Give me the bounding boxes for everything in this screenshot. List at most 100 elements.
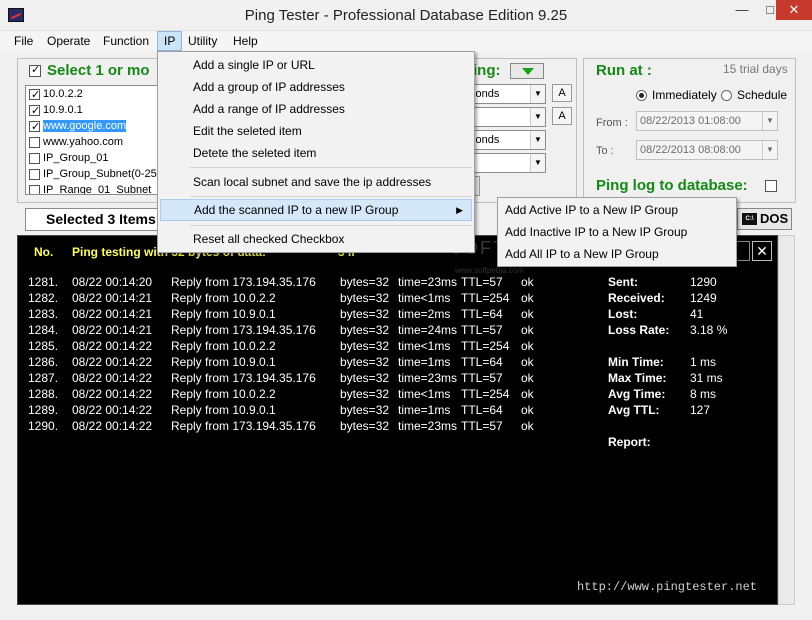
list-item[interactable]: 10.0.2.2 xyxy=(26,86,159,103)
menu-separator xyxy=(190,225,472,226)
console-icon: C:\ xyxy=(742,213,757,225)
close-button[interactable]: ✕ xyxy=(776,0,812,20)
menu-help[interactable]: Help xyxy=(227,31,264,51)
console-cell-bytes: bytes=32 xyxy=(340,355,390,369)
list-item[interactable]: 10.9.0.1 xyxy=(26,102,159,119)
list-item-label: IP_Group_Subnet(0-255 xyxy=(43,168,160,180)
list-item[interactable]: www.google.com xyxy=(26,118,159,135)
item-checkbox[interactable] xyxy=(29,184,40,194)
console-scrollbar[interactable] xyxy=(778,235,795,605)
console-cell-no: 1284. xyxy=(28,323,59,337)
console-cell-no: 1290. xyxy=(28,419,59,433)
from-value: 08/22/2013 01:08:00 xyxy=(640,115,741,127)
selected-items-count: Selected 3 Items xyxy=(25,208,165,231)
run-at-title: Run at : xyxy=(596,62,652,79)
select-all-checkbox[interactable] xyxy=(29,63,41,77)
to-datetime[interactable]: 08/22/2013 08:08:00 ▼ xyxy=(636,140,778,160)
console-cell-t: time<1ms xyxy=(398,339,451,353)
menu-delete-item[interactable]: Detete the seleted item xyxy=(160,142,472,164)
console-cell-ttl: TTL=57 xyxy=(461,275,503,289)
menu-separator xyxy=(190,167,472,168)
list-item[interactable]: IP_Group_Subnet(0-255 xyxy=(26,166,159,182)
console-cell-time: 08/22 00:14:22 xyxy=(72,339,153,353)
ip-list[interactable]: 10.0.2.2 10.9.0.1 www.google.com www.yah… xyxy=(25,85,160,195)
chevron-down-icon: ▼ xyxy=(762,112,777,130)
list-item-label: IP_Range_01_Subnet_ xyxy=(43,184,158,195)
console-cell-reply: Reply from 173.194.35.176 xyxy=(171,323,316,337)
console-close-icon[interactable]: ✕ xyxy=(752,241,772,261)
console-cell-no: 1288. xyxy=(28,387,59,401)
dos-button[interactable]: C:\ DOS xyxy=(737,208,792,230)
console-cell-no: 1281. xyxy=(28,275,59,289)
list-item-label: 10.9.0.1 xyxy=(43,104,83,116)
list-item[interactable]: IP_Range_01_Subnet_ xyxy=(26,182,159,195)
item-checkbox[interactable] xyxy=(29,168,40,180)
console-cell-ttl: TTL=57 xyxy=(461,323,503,337)
submenu-add-active-ip[interactable]: Add Active IP to a New IP Group xyxy=(500,199,734,221)
console-cell-reply: Reply from 173.194.35.176 xyxy=(171,275,316,289)
console-restore-button[interactable] xyxy=(736,241,750,261)
stat-label: Lost: xyxy=(608,307,638,321)
menu-add-single-ip[interactable]: Add a single IP or URL xyxy=(160,54,472,76)
item-checkbox[interactable] xyxy=(29,152,40,164)
duration-combo[interactable]: conds ▼ xyxy=(466,130,546,150)
console-cell-bytes: bytes=32 xyxy=(340,387,390,401)
console-cell-t: time=23ms xyxy=(398,371,458,385)
console-cell-t: time=2ms xyxy=(398,307,451,321)
item-checkbox[interactable] xyxy=(29,87,40,103)
schedule-radio[interactable]: Schedule xyxy=(721,88,787,102)
from-datetime[interactable]: 08/22/2013 01:08:00 ▼ xyxy=(636,111,778,131)
console-cell-bytes: bytes=32 xyxy=(340,291,390,305)
dos-label: DOS xyxy=(760,211,789,226)
timeout-combo[interactable]: ▼ xyxy=(466,107,546,127)
console-cell-ttl: TTL=254 xyxy=(461,387,510,401)
console-cell-reply: Reply from 10.9.0.1 xyxy=(171,403,276,417)
console-cell-t: time<1ms xyxy=(398,387,451,401)
menu-add-group-ip[interactable]: Add a group of IP addresses xyxy=(160,76,472,98)
menu-file[interactable]: File xyxy=(8,31,39,51)
console-cell-time: 08/22 00:14:21 xyxy=(72,307,153,321)
console-cell-t: time=24ms xyxy=(398,323,458,337)
font-a-button[interactable]: A xyxy=(552,84,572,102)
ping-options-button[interactable] xyxy=(510,63,544,79)
item-checkbox[interactable] xyxy=(29,136,40,148)
menu-operate[interactable]: Operate xyxy=(41,31,96,51)
interval-combo[interactable]: conds ▼ xyxy=(466,84,546,104)
console-cell-bytes: bytes=32 xyxy=(340,403,390,417)
list-item[interactable]: IP_Group_01 xyxy=(26,150,159,166)
chevron-down-icon: ▼ xyxy=(762,141,777,159)
menu-function[interactable]: Function xyxy=(97,31,155,51)
submenu-add-inactive-ip[interactable]: Add Inactive IP to a New IP Group xyxy=(500,221,734,243)
list-item-label: www.yahoo.com xyxy=(43,136,124,148)
minimize-button[interactable]: — xyxy=(728,0,756,22)
chevron-down-icon: ▼ xyxy=(530,108,545,126)
to-label: To : xyxy=(596,145,614,157)
console-cell-ok: ok xyxy=(521,275,534,289)
ping-log-checkbox[interactable] xyxy=(765,180,777,192)
console-cell-no: 1283. xyxy=(28,307,59,321)
console-output: No. Ping testing with 32 bytes of data: … xyxy=(17,235,778,605)
menu-edit-item[interactable]: Edit the seleted item xyxy=(160,120,472,142)
menu-add-scanned-ip[interactable]: Add the scanned IP to a new IP Group ▶ xyxy=(160,199,472,221)
list-item[interactable]: www.yahoo.com xyxy=(26,134,159,150)
menu-ip[interactable]: IP xyxy=(157,31,183,51)
menu-scan-subnet[interactable]: Scan local subnet and save the ip addres… xyxy=(160,171,472,193)
console-cell-ok: ok xyxy=(521,323,534,337)
menu-reset-checkbox[interactable]: Reset all checked Checkbox xyxy=(160,228,472,250)
item-checkbox[interactable] xyxy=(29,103,40,119)
add-scanned-submenu: Add Active IP to a New IP Group Add Inac… xyxy=(497,197,737,267)
menu-utility[interactable]: Utility xyxy=(182,31,223,51)
console-cell-ttl: TTL=64 xyxy=(461,355,503,369)
radio-off-icon xyxy=(721,90,732,102)
menu-add-range-ip[interactable]: Add a range of IP addresses xyxy=(160,98,472,120)
packet-combo[interactable]: ▼ xyxy=(466,153,546,173)
stat-value: 127 xyxy=(690,403,711,417)
item-checkbox[interactable] xyxy=(29,119,40,135)
immediately-radio[interactable]: Immediately xyxy=(636,88,717,102)
submenu-add-all-ip[interactable]: Add All IP to a New IP Group xyxy=(500,243,734,265)
to-value: 08/22/2013 08:08:00 xyxy=(640,144,741,156)
font-a-button-2[interactable]: A xyxy=(552,107,572,125)
window-title: Ping Tester - Professional Database Edit… xyxy=(244,7,568,24)
stat-label: Sent: xyxy=(608,275,638,289)
website-url: http://www.pingtester.net xyxy=(576,580,757,594)
